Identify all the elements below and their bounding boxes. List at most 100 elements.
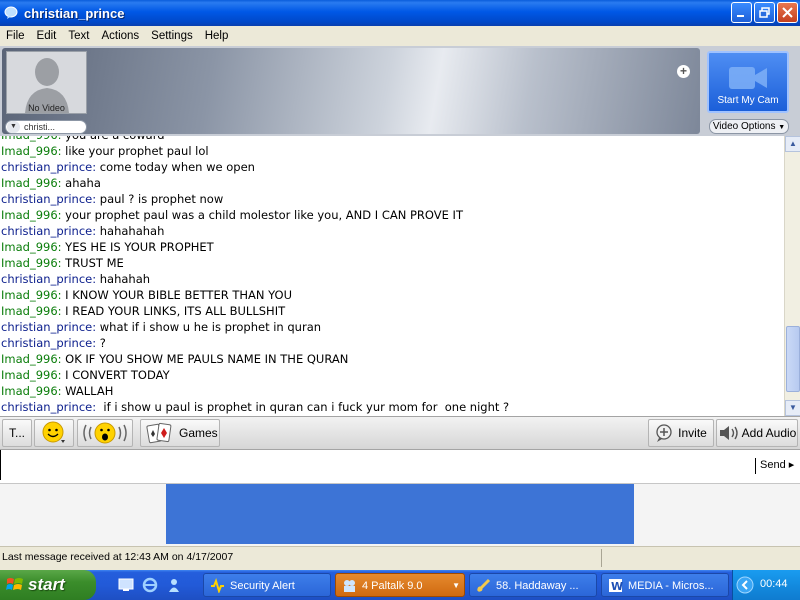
chat-text: I CONVERT TODAY <box>61 368 170 382</box>
video-panel <box>2 48 700 134</box>
paltalk-logo-icon <box>4 6 18 19</box>
chat-nickname[interactable]: Imad_996: <box>1 256 62 270</box>
emoticon-button[interactable] <box>34 419 74 447</box>
chevron-down-icon: ▼ <box>778 124 786 131</box>
chat-nickname[interactable]: Imad_996: <box>1 176 62 190</box>
video-area: No Video ▼ christi... + Start My Cam Vid… <box>0 46 800 136</box>
task-word[interactable]: W MEDIA - Micros... <box>601 573 729 597</box>
chat-text: I READ YOUR LINKS, ITS ALL BULLSHIT <box>61 304 286 318</box>
chat-nickname[interactable]: christian_prince: <box>1 224 96 238</box>
task-media-player[interactable]: 58. Haddaway ... <box>469 573 597 597</box>
windows-logo-icon <box>6 578 23 590</box>
chat-nickname[interactable]: christian_prince: <box>1 192 96 206</box>
start-button[interactable]: start <box>0 570 96 600</box>
chat-message: christian_prince: paul ? is prophet now <box>1 191 781 207</box>
chat-nickname[interactable]: Imad_996: <box>1 144 62 158</box>
chat-log[interactable]: Imad_996: you are a cowardImad_996: like… <box>0 136 784 416</box>
chat-nickname[interactable]: Imad_996: <box>1 240 62 254</box>
status-divider <box>601 549 602 567</box>
chat-message: christian_prince: what if i show u he is… <box>1 319 781 335</box>
menu-edit[interactable]: Edit <box>31 30 63 42</box>
text-format-label: T... <box>8 426 25 440</box>
desktop-icon[interactable] <box>118 577 134 593</box>
messenger-icon[interactable] <box>166 577 182 593</box>
chat-text: what if i show u he is prophet in quran <box>96 320 322 334</box>
task-security-alert[interactable]: Security Alert <box>203 573 331 597</box>
scroll-up-button[interactable]: ▲ <box>785 136 800 152</box>
chat-text: come today when we open <box>96 160 255 174</box>
chat-message: christian_prince: if i show u paul is pr… <box>1 399 781 415</box>
video-user-value: christi... <box>24 122 56 132</box>
chat-message: christian_prince: ? <box>1 335 781 351</box>
clock[interactable]: 00:44 <box>760 578 788 590</box>
chat-text: YES HE IS YOUR PROPHET <box>61 240 214 254</box>
chat-nickname[interactable]: christian_prince: <box>1 272 96 286</box>
games-button[interactable]: Games <box>140 419 220 447</box>
add-video-icon[interactable]: + <box>677 65 690 78</box>
smiley-icon <box>42 421 65 443</box>
menu-settings[interactable]: Settings <box>145 30 199 42</box>
invite-label: Invite <box>678 426 707 440</box>
chat-message: Imad_996: TRUST ME <box>1 255 781 271</box>
status-text: Last message received at 12:43 AM on 4/1… <box>2 551 234 563</box>
chat-text: paul ? is prophet now <box>96 192 224 206</box>
tray-expand-icon[interactable] <box>736 576 754 594</box>
menu-text[interactable]: Text <box>62 30 95 42</box>
chevron-down-icon: ▼ <box>7 121 20 133</box>
chat-scrollbar[interactable]: ▲ ▼ <box>784 136 800 416</box>
invite-button[interactable]: Invite <box>648 419 714 447</box>
games-label: Games <box>179 426 218 440</box>
chat-toolbar: T... Games Invite Add Audio <box>0 416 800 450</box>
chat-text: hahahahah <box>96 224 165 238</box>
chat-nickname[interactable]: Imad_996: <box>1 136 62 142</box>
chat-nickname[interactable]: Imad_996: <box>1 368 62 382</box>
chat-message: Imad_996: your prophet paul was a child … <box>1 207 781 223</box>
chat-message: Imad_996: I CONVERT TODAY <box>1 367 781 383</box>
chat-nickname[interactable]: Imad_996: <box>1 304 62 318</box>
chat-message: Imad_996: OK IF YOU SHOW ME PAULS NAME I… <box>1 351 781 367</box>
scroll-thumb[interactable] <box>786 326 800 392</box>
add-audio-label: Add Audio <box>741 426 797 440</box>
maximize-button[interactable] <box>754 2 775 23</box>
menu-help[interactable]: Help <box>199 30 235 42</box>
add-audio-button[interactable]: Add Audio <box>716 419 798 447</box>
chat-nickname[interactable]: Imad_996: <box>1 352 62 366</box>
chat-message: Imad_996: I READ YOUR LINKS, ITS ALL BUL… <box>1 303 781 319</box>
task-label: Security Alert <box>230 580 295 592</box>
start-label: start <box>28 575 65 594</box>
svg-text:W: W <box>611 580 623 593</box>
text-format-button[interactable]: T... <box>2 419 32 447</box>
chat-nickname[interactable]: Imad_996: <box>1 208 62 222</box>
video-user-select[interactable]: ▼ christi... <box>5 120 87 134</box>
send-button[interactable]: Send ▸ <box>755 458 794 474</box>
menu-file[interactable]: File <box>0 30 31 42</box>
ad-banner[interactable] <box>166 484 634 544</box>
chat-text: ? <box>96 336 106 350</box>
message-input[interactable] <box>0 450 752 480</box>
chat-text: ahaha <box>61 176 101 190</box>
video-options-button[interactable]: Video Options ▼ <box>709 119 789 134</box>
chat-nickname[interactable]: Imad_996: <box>1 384 62 398</box>
chat-nickname[interactable]: christian_prince: <box>1 336 96 350</box>
chat-text: I KNOW YOUR BIBLE BETTER THAN YOU <box>61 288 293 302</box>
shout-icon <box>83 422 127 444</box>
scroll-down-button[interactable]: ▼ <box>785 400 800 416</box>
chat-nickname[interactable]: christian_prince: <box>1 320 96 334</box>
task-paltalk[interactable]: 4 Paltalk 9.0 ▼ <box>335 573 465 597</box>
sound-emote-button[interactable] <box>77 419 133 447</box>
invite-icon <box>656 424 672 442</box>
chat-nickname[interactable]: christian_prince: <box>1 160 96 174</box>
start-cam-button[interactable]: Start My Cam <box>707 51 789 113</box>
chat-nickname[interactable]: Imad_996: <box>1 288 62 302</box>
task-label: 58. Haddaway ... <box>496 580 579 592</box>
chat-nickname[interactable]: christian_prince: <box>1 400 96 414</box>
title-bar: christian_prince <box>0 0 800 26</box>
chat-message: Imad_996: I KNOW YOUR BIBLE BETTER THAN … <box>1 287 781 303</box>
chat-text: TRUST ME <box>61 256 124 270</box>
restore-icon <box>759 7 770 18</box>
internet-explorer-icon[interactable] <box>142 577 158 593</box>
menu-actions[interactable]: Actions <box>95 30 145 42</box>
close-button[interactable] <box>777 2 798 23</box>
minimize-button[interactable] <box>731 2 752 23</box>
media-player-icon <box>476 578 491 593</box>
